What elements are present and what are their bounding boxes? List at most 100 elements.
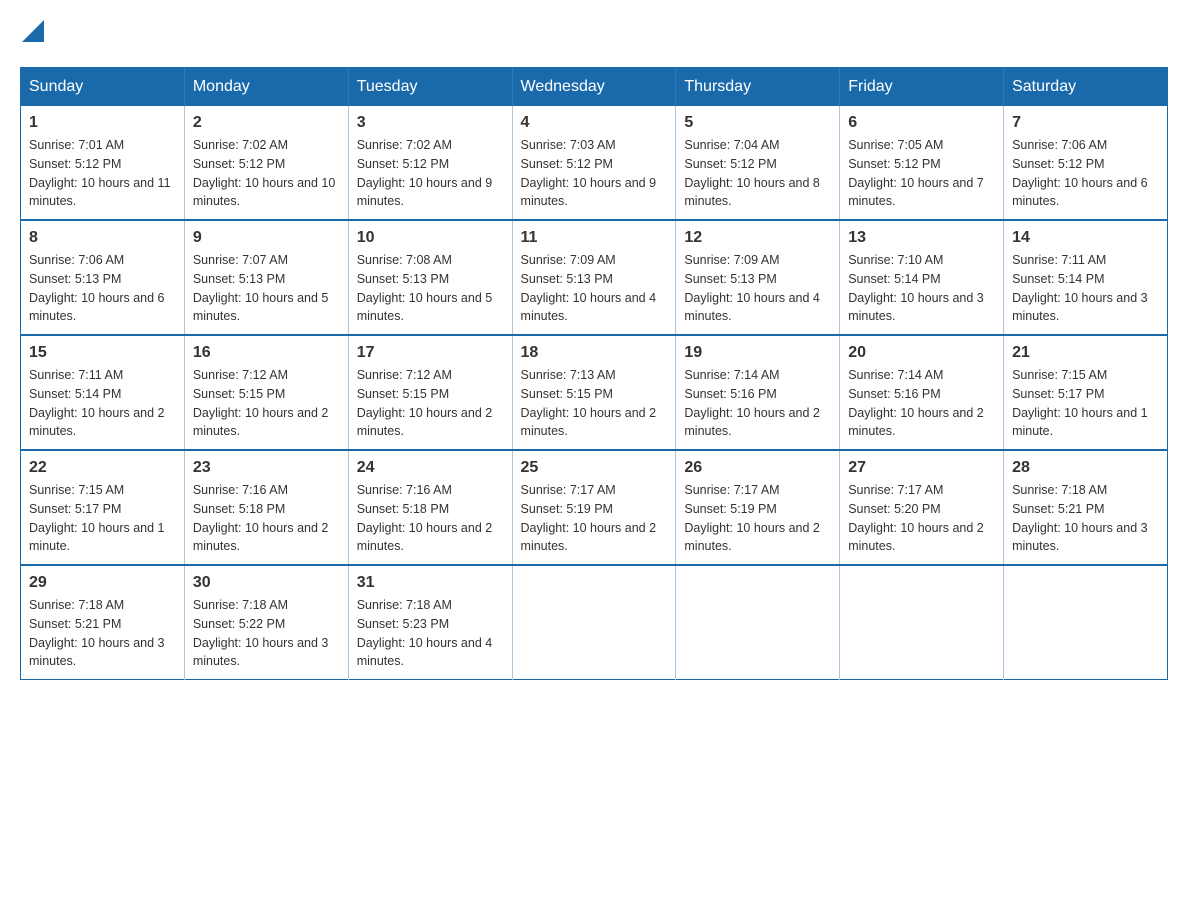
calendar-cell: 31 Sunrise: 7:18 AM Sunset: 5:23 PM Dayl… bbox=[348, 565, 512, 680]
calendar-cell: 23 Sunrise: 7:16 AM Sunset: 5:18 PM Dayl… bbox=[184, 450, 348, 565]
header-day-saturday: Saturday bbox=[1004, 68, 1168, 107]
calendar-cell: 19 Sunrise: 7:14 AM Sunset: 5:16 PM Dayl… bbox=[676, 335, 840, 450]
day-number: 3 bbox=[357, 114, 504, 132]
day-number: 25 bbox=[521, 459, 668, 477]
page-header bbox=[20, 20, 1168, 47]
calendar-cell: 18 Sunrise: 7:13 AM Sunset: 5:15 PM Dayl… bbox=[512, 335, 676, 450]
day-number: 6 bbox=[848, 114, 995, 132]
day-info: Sunrise: 7:12 AM Sunset: 5:15 PM Dayligh… bbox=[357, 366, 504, 441]
header-day-friday: Friday bbox=[840, 68, 1004, 107]
day-number: 7 bbox=[1012, 114, 1159, 132]
calendar-cell: 2 Sunrise: 7:02 AM Sunset: 5:12 PM Dayli… bbox=[184, 106, 348, 220]
day-info: Sunrise: 7:02 AM Sunset: 5:12 PM Dayligh… bbox=[357, 136, 504, 211]
calendar-cell bbox=[840, 565, 1004, 680]
day-info: Sunrise: 7:18 AM Sunset: 5:21 PM Dayligh… bbox=[1012, 481, 1159, 556]
calendar-cell: 12 Sunrise: 7:09 AM Sunset: 5:13 PM Dayl… bbox=[676, 220, 840, 335]
day-number: 10 bbox=[357, 229, 504, 247]
calendar-cell: 14 Sunrise: 7:11 AM Sunset: 5:14 PM Dayl… bbox=[1004, 220, 1168, 335]
day-number: 18 bbox=[521, 344, 668, 362]
header-day-sunday: Sunday bbox=[21, 68, 185, 107]
calendar-cell: 5 Sunrise: 7:04 AM Sunset: 5:12 PM Dayli… bbox=[676, 106, 840, 220]
day-info: Sunrise: 7:05 AM Sunset: 5:12 PM Dayligh… bbox=[848, 136, 995, 211]
calendar-cell bbox=[676, 565, 840, 680]
calendar-table: SundayMondayTuesdayWednesdayThursdayFrid… bbox=[20, 67, 1168, 680]
day-number: 17 bbox=[357, 344, 504, 362]
calendar-cell: 11 Sunrise: 7:09 AM Sunset: 5:13 PM Dayl… bbox=[512, 220, 676, 335]
day-info: Sunrise: 7:04 AM Sunset: 5:12 PM Dayligh… bbox=[684, 136, 831, 211]
header-day-thursday: Thursday bbox=[676, 68, 840, 107]
day-info: Sunrise: 7:08 AM Sunset: 5:13 PM Dayligh… bbox=[357, 251, 504, 326]
day-number: 16 bbox=[193, 344, 340, 362]
day-number: 8 bbox=[29, 229, 176, 247]
header-day-tuesday: Tuesday bbox=[348, 68, 512, 107]
day-info: Sunrise: 7:15 AM Sunset: 5:17 PM Dayligh… bbox=[29, 481, 176, 556]
calendar-cell: 15 Sunrise: 7:11 AM Sunset: 5:14 PM Dayl… bbox=[21, 335, 185, 450]
day-info: Sunrise: 7:01 AM Sunset: 5:12 PM Dayligh… bbox=[29, 136, 176, 211]
day-number: 23 bbox=[193, 459, 340, 477]
calendar-cell: 29 Sunrise: 7:18 AM Sunset: 5:21 PM Dayl… bbox=[21, 565, 185, 680]
calendar-week-row: 15 Sunrise: 7:11 AM Sunset: 5:14 PM Dayl… bbox=[21, 335, 1168, 450]
day-info: Sunrise: 7:02 AM Sunset: 5:12 PM Dayligh… bbox=[193, 136, 340, 211]
day-info: Sunrise: 7:06 AM Sunset: 5:13 PM Dayligh… bbox=[29, 251, 176, 326]
day-number: 21 bbox=[1012, 344, 1159, 362]
day-number: 31 bbox=[357, 574, 504, 592]
day-number: 22 bbox=[29, 459, 176, 477]
calendar-cell: 4 Sunrise: 7:03 AM Sunset: 5:12 PM Dayli… bbox=[512, 106, 676, 220]
day-number: 5 bbox=[684, 114, 831, 132]
calendar-cell: 25 Sunrise: 7:17 AM Sunset: 5:19 PM Dayl… bbox=[512, 450, 676, 565]
calendar-cell: 21 Sunrise: 7:15 AM Sunset: 5:17 PM Dayl… bbox=[1004, 335, 1168, 450]
logo-triangle-icon bbox=[22, 20, 44, 42]
calendar-cell bbox=[1004, 565, 1168, 680]
day-number: 14 bbox=[1012, 229, 1159, 247]
day-number: 2 bbox=[193, 114, 340, 132]
logo bbox=[20, 20, 44, 47]
calendar-header-row: SundayMondayTuesdayWednesdayThursdayFrid… bbox=[21, 68, 1168, 107]
day-info: Sunrise: 7:18 AM Sunset: 5:21 PM Dayligh… bbox=[29, 596, 176, 671]
day-number: 30 bbox=[193, 574, 340, 592]
calendar-cell: 28 Sunrise: 7:18 AM Sunset: 5:21 PM Dayl… bbox=[1004, 450, 1168, 565]
day-number: 26 bbox=[684, 459, 831, 477]
day-info: Sunrise: 7:17 AM Sunset: 5:19 PM Dayligh… bbox=[521, 481, 668, 556]
calendar-cell: 26 Sunrise: 7:17 AM Sunset: 5:19 PM Dayl… bbox=[676, 450, 840, 565]
day-number: 19 bbox=[684, 344, 831, 362]
day-number: 15 bbox=[29, 344, 176, 362]
day-info: Sunrise: 7:16 AM Sunset: 5:18 PM Dayligh… bbox=[193, 481, 340, 556]
calendar-week-row: 22 Sunrise: 7:15 AM Sunset: 5:17 PM Dayl… bbox=[21, 450, 1168, 565]
calendar-cell: 20 Sunrise: 7:14 AM Sunset: 5:16 PM Dayl… bbox=[840, 335, 1004, 450]
calendar-cell: 30 Sunrise: 7:18 AM Sunset: 5:22 PM Dayl… bbox=[184, 565, 348, 680]
calendar-cell: 17 Sunrise: 7:12 AM Sunset: 5:15 PM Dayl… bbox=[348, 335, 512, 450]
calendar-cell: 6 Sunrise: 7:05 AM Sunset: 5:12 PM Dayli… bbox=[840, 106, 1004, 220]
calendar-week-row: 1 Sunrise: 7:01 AM Sunset: 5:12 PM Dayli… bbox=[21, 106, 1168, 220]
day-number: 11 bbox=[521, 229, 668, 247]
calendar-cell: 9 Sunrise: 7:07 AM Sunset: 5:13 PM Dayli… bbox=[184, 220, 348, 335]
day-info: Sunrise: 7:13 AM Sunset: 5:15 PM Dayligh… bbox=[521, 366, 668, 441]
day-info: Sunrise: 7:09 AM Sunset: 5:13 PM Dayligh… bbox=[521, 251, 668, 326]
day-info: Sunrise: 7:11 AM Sunset: 5:14 PM Dayligh… bbox=[29, 366, 176, 441]
calendar-cell: 13 Sunrise: 7:10 AM Sunset: 5:14 PM Dayl… bbox=[840, 220, 1004, 335]
day-info: Sunrise: 7:14 AM Sunset: 5:16 PM Dayligh… bbox=[684, 366, 831, 441]
header-day-monday: Monday bbox=[184, 68, 348, 107]
day-number: 27 bbox=[848, 459, 995, 477]
day-info: Sunrise: 7:09 AM Sunset: 5:13 PM Dayligh… bbox=[684, 251, 831, 326]
calendar-week-row: 29 Sunrise: 7:18 AM Sunset: 5:21 PM Dayl… bbox=[21, 565, 1168, 680]
day-info: Sunrise: 7:03 AM Sunset: 5:12 PM Dayligh… bbox=[521, 136, 668, 211]
day-info: Sunrise: 7:18 AM Sunset: 5:23 PM Dayligh… bbox=[357, 596, 504, 671]
day-info: Sunrise: 7:14 AM Sunset: 5:16 PM Dayligh… bbox=[848, 366, 995, 441]
day-number: 12 bbox=[684, 229, 831, 247]
day-number: 13 bbox=[848, 229, 995, 247]
day-info: Sunrise: 7:16 AM Sunset: 5:18 PM Dayligh… bbox=[357, 481, 504, 556]
calendar-cell: 1 Sunrise: 7:01 AM Sunset: 5:12 PM Dayli… bbox=[21, 106, 185, 220]
calendar-cell bbox=[512, 565, 676, 680]
day-info: Sunrise: 7:17 AM Sunset: 5:20 PM Dayligh… bbox=[848, 481, 995, 556]
calendar-cell: 10 Sunrise: 7:08 AM Sunset: 5:13 PM Dayl… bbox=[348, 220, 512, 335]
day-info: Sunrise: 7:10 AM Sunset: 5:14 PM Dayligh… bbox=[848, 251, 995, 326]
day-info: Sunrise: 7:18 AM Sunset: 5:22 PM Dayligh… bbox=[193, 596, 340, 671]
header-day-wednesday: Wednesday bbox=[512, 68, 676, 107]
calendar-cell: 22 Sunrise: 7:15 AM Sunset: 5:17 PM Dayl… bbox=[21, 450, 185, 565]
calendar-cell: 3 Sunrise: 7:02 AM Sunset: 5:12 PM Dayli… bbox=[348, 106, 512, 220]
calendar-cell: 27 Sunrise: 7:17 AM Sunset: 5:20 PM Dayl… bbox=[840, 450, 1004, 565]
day-number: 4 bbox=[521, 114, 668, 132]
day-number: 28 bbox=[1012, 459, 1159, 477]
day-info: Sunrise: 7:12 AM Sunset: 5:15 PM Dayligh… bbox=[193, 366, 340, 441]
calendar-week-row: 8 Sunrise: 7:06 AM Sunset: 5:13 PM Dayli… bbox=[21, 220, 1168, 335]
